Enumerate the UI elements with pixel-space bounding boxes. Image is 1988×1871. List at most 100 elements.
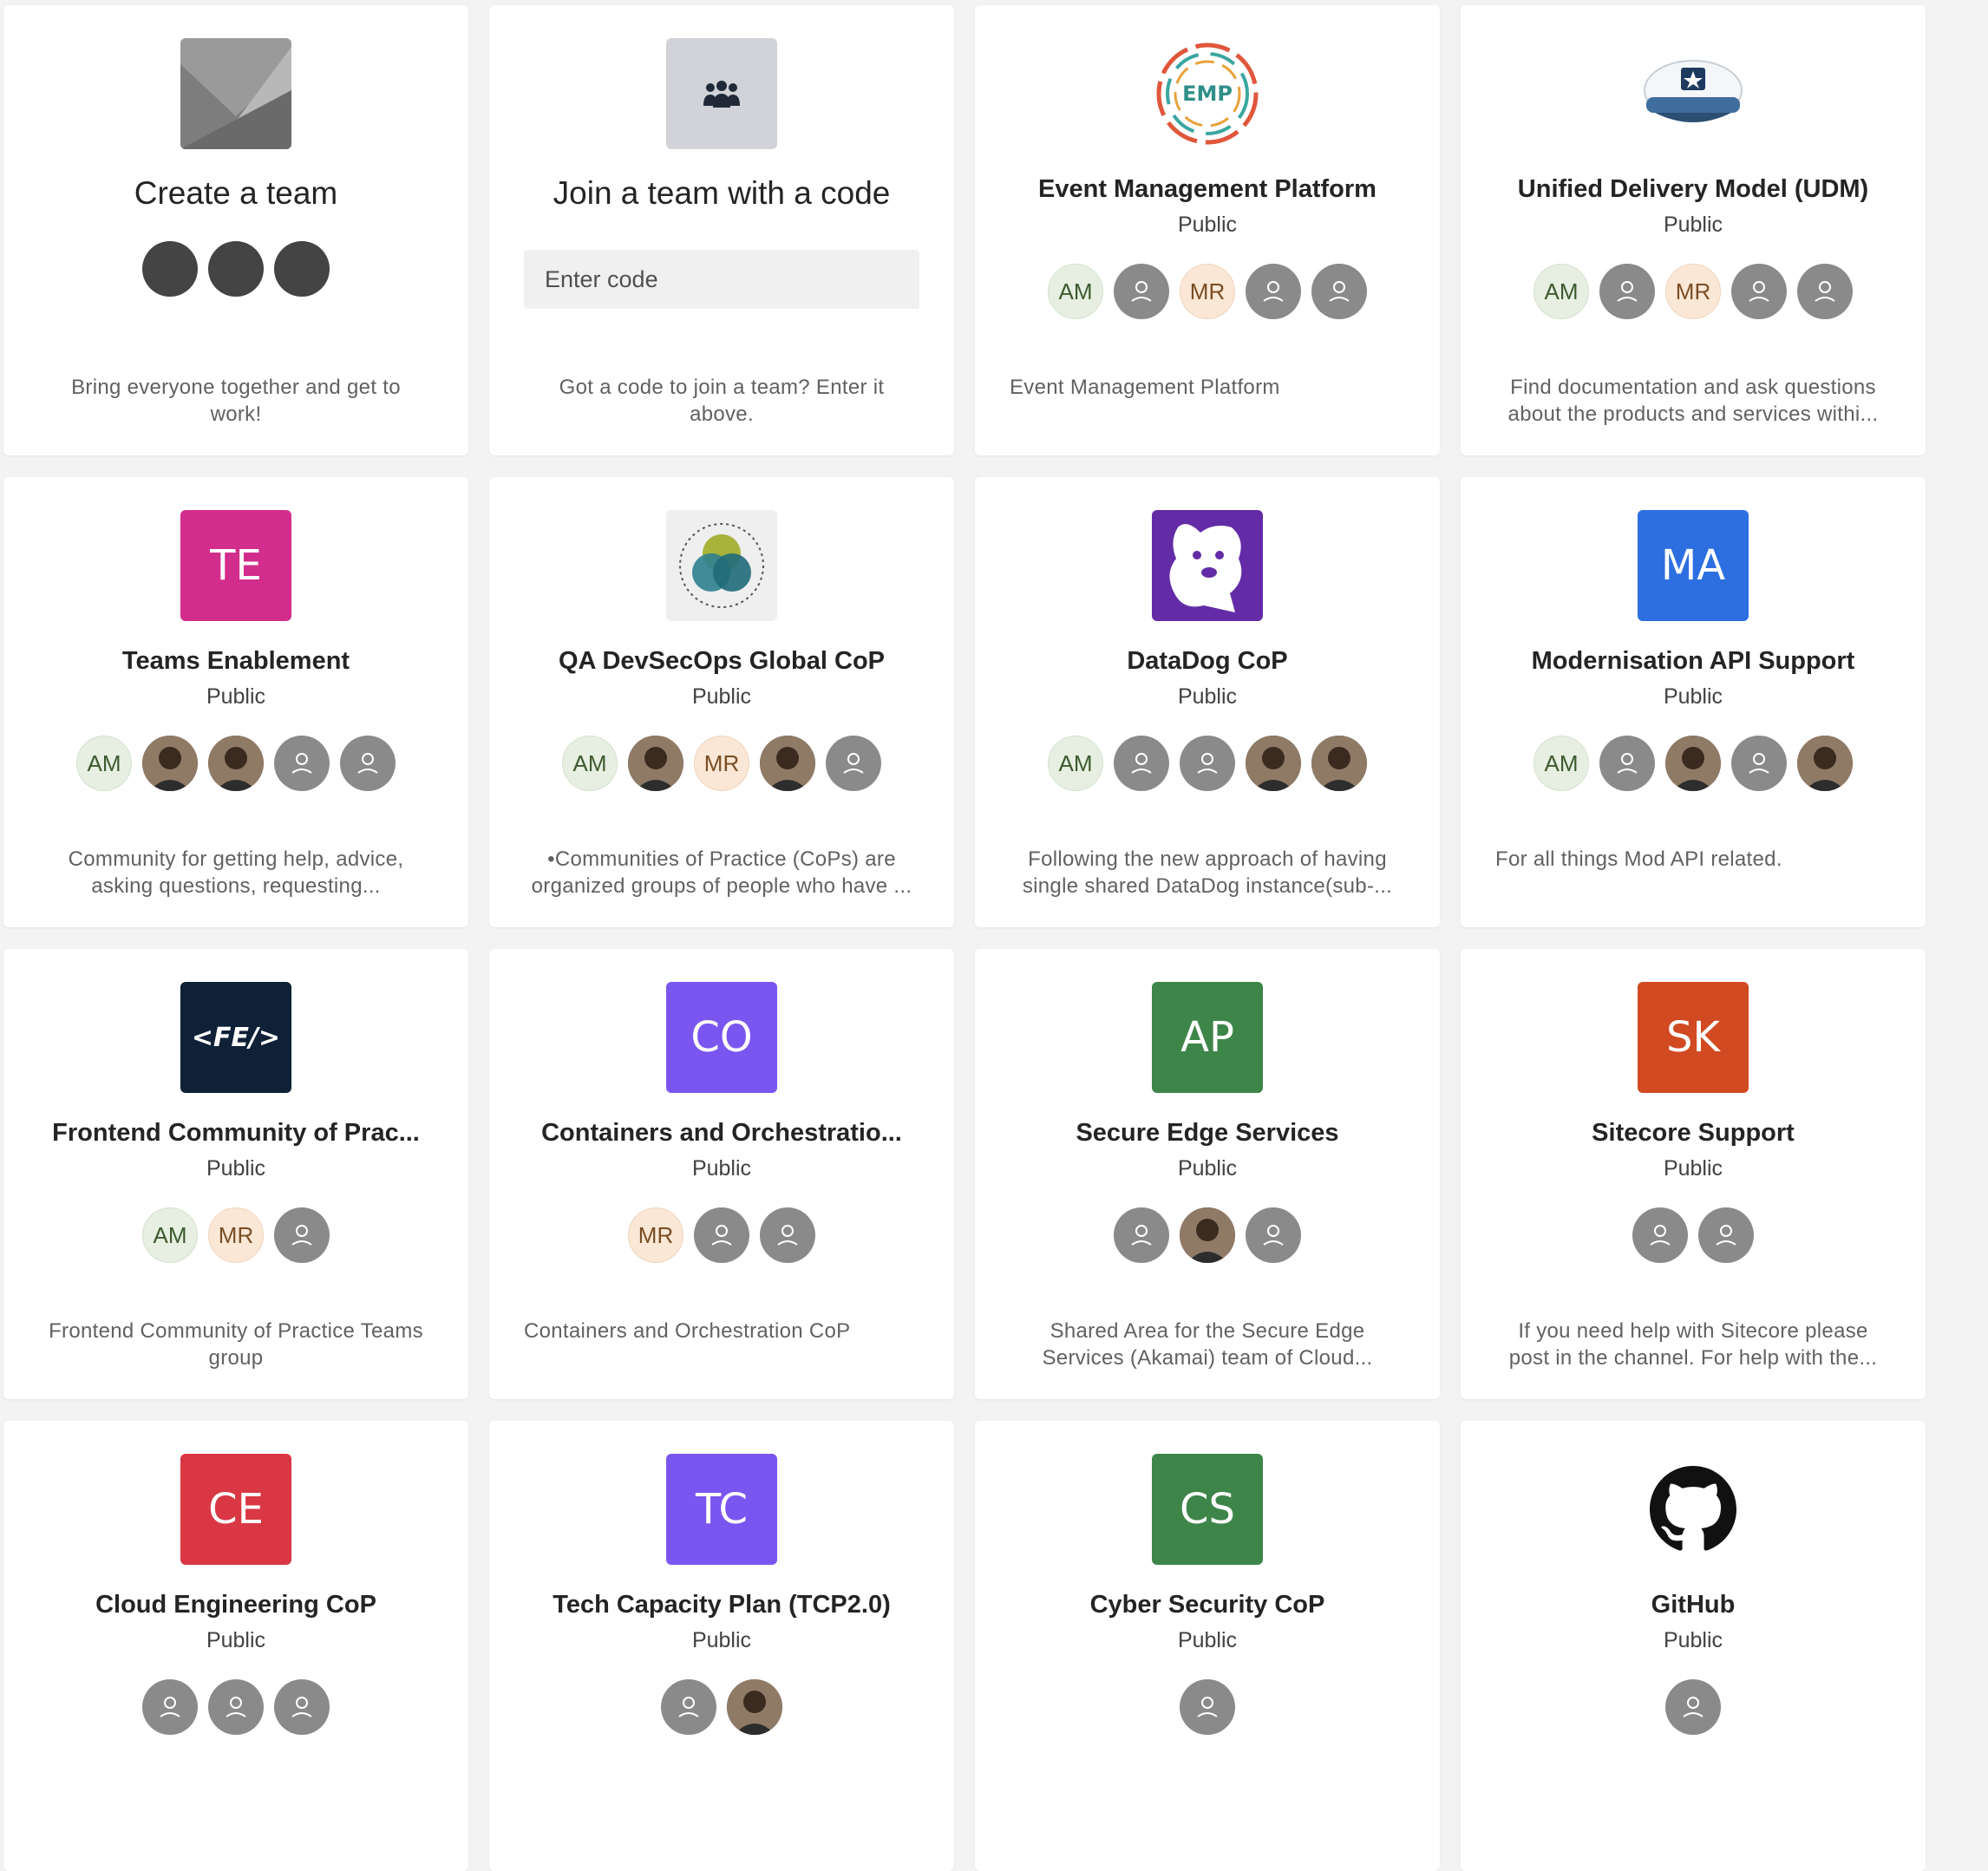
member-avatar: MR (1665, 264, 1721, 319)
team-card[interactable]: TC Tech Capacity Plan (TCP2.0) Public (489, 1421, 954, 1871)
team-logo-initials: CS (1152, 1454, 1263, 1565)
team-visibility: Public (1177, 1156, 1238, 1181)
team-card[interactable]: CS Cyber Security CoP Public (975, 1421, 1440, 1871)
member-photo-avatar (628, 736, 683, 791)
team-members: AM MR (1048, 264, 1367, 319)
member-photo-avatar (1797, 736, 1853, 791)
team-card[interactable]: SK Sitecore Support Public If you need help… (1461, 949, 1926, 1399)
team-card[interactable]: CE Cloud Engineering CoP Public (3, 1421, 468, 1871)
team-visibility: Public (691, 1156, 752, 1181)
person-icon (661, 1679, 716, 1735)
person-icon (1599, 264, 1655, 319)
team-card[interactable]: CO Containers and Orchestratio... Public MR… (489, 949, 954, 1399)
svg-text:<FE/>: <FE/> (192, 1023, 280, 1053)
captain-hat-icon (1638, 38, 1749, 149)
join-team-description: Got a code to join a team? Enter it abov… (559, 376, 885, 426)
member-avatar: MR (628, 1207, 683, 1263)
emp-logo-label: EMP (1182, 82, 1233, 106)
team-description: Frontend Community of Practice Teams gro… (49, 1319, 423, 1370)
team-name: DataDog CoP (1127, 647, 1288, 675)
team-card[interactable]: MA Modernisation API Support Public AM For a… (1461, 477, 1926, 927)
person-icon (1180, 1679, 1235, 1735)
person-icon (1311, 264, 1367, 319)
member-avatar: MR (208, 1207, 264, 1263)
member-photo-avatar (142, 736, 198, 791)
team-description: •Communities of Practice (CoPs) are orga… (531, 847, 912, 898)
team-name: Teams Enablement (121, 647, 350, 675)
member-photo-avatar (1311, 736, 1367, 791)
team-description: If you need help with Sitecore please po… (1508, 1319, 1878, 1370)
person-icon (1114, 264, 1169, 319)
team-members: AM MR (562, 736, 881, 791)
team-card[interactable]: EMP Event Management Platform Public AM MR Ev… (975, 5, 1440, 455)
member-avatar: AM (562, 736, 618, 791)
team-name: Cloud Engineering CoP (95, 1591, 376, 1619)
person-icon (274, 1207, 330, 1263)
team-description: Containers and Orchestration CoP (524, 1319, 851, 1343)
create-team-card[interactable]: Create a team Bring everyone together an… (3, 5, 468, 455)
member-photo-avatar (208, 736, 264, 791)
person-silhouette-icon (208, 241, 264, 297)
member-avatar: MR (694, 736, 749, 791)
team-logo-initials: TE (180, 510, 291, 621)
team-visibility: Public (1663, 1628, 1723, 1652)
people-silhouettes (142, 241, 330, 297)
emp-logo-icon: EMP (1152, 38, 1263, 149)
person-icon (1246, 264, 1301, 319)
person-icon (1665, 1679, 1721, 1735)
member-avatar: AM (142, 1207, 198, 1263)
member-avatar: AM (1534, 264, 1589, 319)
person-icon (142, 1679, 198, 1735)
join-team-people-icon (666, 38, 777, 149)
team-card[interactable]: TE Teams Enablement Public AM Community for … (3, 477, 468, 927)
person-icon (1698, 1207, 1754, 1263)
create-team-description: Bring everyone together and get to work! (71, 376, 401, 426)
team-card[interactable]: AP Secure Edge Services Public Shared Area … (975, 949, 1440, 1399)
team-members: AM (76, 736, 396, 791)
person-icon (274, 1679, 330, 1735)
team-logo-initials: CO (666, 982, 777, 1093)
person-icon (760, 1207, 815, 1263)
person-icon (694, 1207, 749, 1263)
team-logo-initials: AP (1152, 982, 1263, 1093)
team-name: Sitecore Support (1592, 1119, 1795, 1147)
team-visibility: Public (1663, 684, 1723, 709)
team-members: MR (628, 1207, 815, 1263)
member-avatar: AM (1048, 736, 1103, 791)
person-icon (340, 736, 396, 791)
teams-grid: Create a team Bring everyone together an… (3, 5, 1926, 1871)
team-code-input[interactable] (524, 250, 919, 309)
team-description: Shared Area for the Secure Edge Services… (1042, 1319, 1373, 1370)
team-name: Frontend Community of Prac... (52, 1119, 420, 1147)
member-photo-avatar (1246, 736, 1301, 791)
team-visibility: Public (206, 1156, 266, 1181)
team-members (1180, 1679, 1235, 1735)
team-members: AM MR (142, 1207, 330, 1263)
member-photo-avatar (727, 1679, 782, 1735)
create-team-title: Create a team (134, 175, 338, 211)
team-logo-initials: CE (180, 1454, 291, 1565)
member-photo-avatar (760, 736, 815, 791)
member-photo-avatar (1665, 736, 1721, 791)
team-card[interactable]: GitHub Public (1461, 1421, 1926, 1871)
team-visibility: Public (1177, 1628, 1238, 1652)
team-card[interactable]: Unified Delivery Model (UDM) Public AM MR Fi… (1461, 5, 1926, 455)
member-photo-avatar (1180, 1207, 1235, 1263)
team-name: Cyber Security CoP (1089, 1591, 1325, 1619)
team-name: Unified Delivery Model (UDM) (1517, 175, 1869, 203)
team-name: Secure Edge Services (1076, 1119, 1339, 1147)
person-icon (1731, 264, 1787, 319)
team-card[interactable]: <FE/> Frontend Community of Prac... Public… (3, 949, 468, 1399)
team-name: Containers and Orchestratio... (541, 1119, 902, 1147)
team-description: Find documentation and ask questions abo… (1507, 376, 1879, 426)
person-silhouette-icon (274, 241, 330, 297)
team-logo-initials: SK (1638, 982, 1749, 1093)
person-icon (1731, 736, 1787, 791)
team-description: Community for getting help, advice, aski… (68, 847, 404, 898)
team-name: Event Management Platform (1038, 175, 1377, 203)
team-card[interactable]: QA DevSecOps Global CoP Public AM MR •Commun… (489, 477, 954, 927)
team-members (661, 1679, 782, 1735)
team-card[interactable]: DataDog CoP Public AM Following the new app… (975, 477, 1440, 927)
team-visibility: Public (206, 1628, 266, 1652)
team-visibility: Public (1663, 213, 1723, 237)
